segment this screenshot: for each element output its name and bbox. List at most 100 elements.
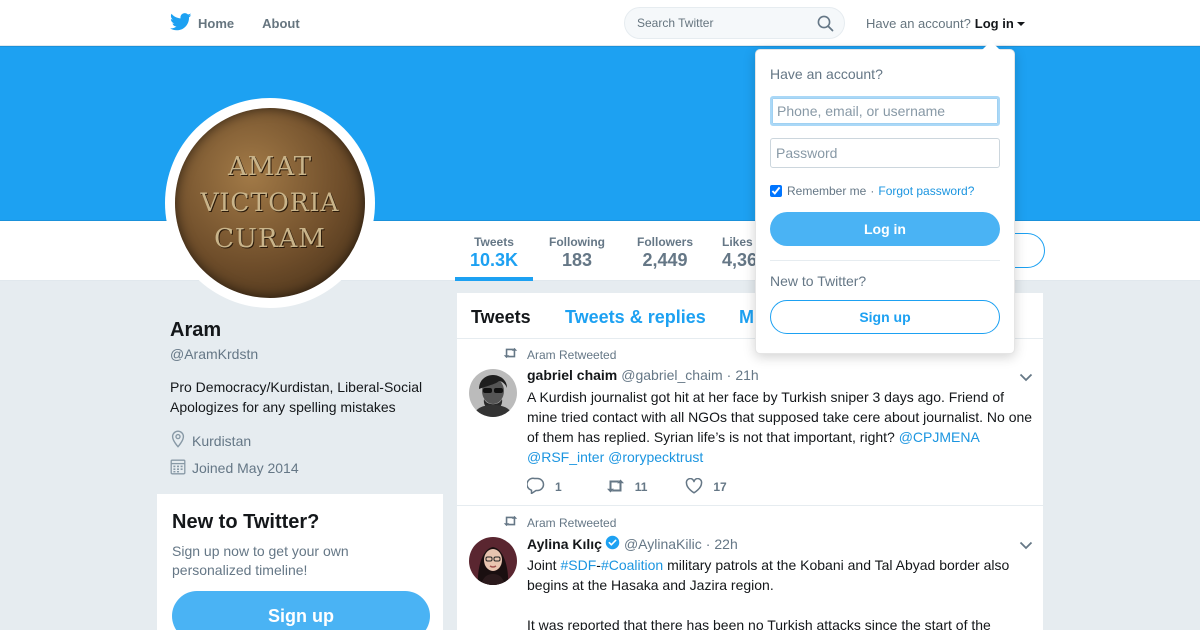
separator-dot: · bbox=[705, 536, 711, 552]
remember-me-label[interactable]: Remember me bbox=[787, 184, 866, 198]
coin-text-line: VICTORIA bbox=[200, 188, 340, 217]
signup-button[interactable]: Sign up bbox=[770, 300, 1000, 334]
stat-following[interactable]: Following 183 bbox=[542, 221, 612, 281]
nav-left: Home About bbox=[170, 0, 328, 46]
stat-value: 10.3K bbox=[469, 250, 519, 270]
tweet[interactable]: Aram Retweeted Aylina Kılıç @AylinaKilic… bbox=[457, 507, 1045, 630]
search-icon[interactable] bbox=[817, 15, 834, 35]
tab-media[interactable]: M bbox=[739, 307, 754, 328]
tweet-author-name[interactable]: Aylina Kılıç bbox=[527, 536, 602, 552]
hashtag-link[interactable]: #SDF bbox=[560, 557, 596, 573]
retweet-icon bbox=[606, 479, 635, 496]
tweet-time[interactable]: 21h bbox=[735, 367, 758, 383]
verified-badge-icon bbox=[605, 535, 620, 553]
separator-dot: · bbox=[870, 184, 875, 198]
bio-line: Apologizes for any spelling mistakes bbox=[170, 399, 396, 415]
mention-link[interactable]: @rorypecktrust bbox=[608, 449, 703, 465]
joined-text: Joined May 2014 bbox=[192, 460, 299, 476]
tweet-author-name[interactable]: gabriel chaim bbox=[527, 367, 617, 383]
retweet-count: 11 bbox=[634, 480, 648, 494]
tweet-body: Joint bbox=[527, 557, 557, 573]
password-input[interactable] bbox=[770, 138, 1000, 168]
signup-card-button[interactable]: Sign up bbox=[172, 591, 430, 630]
tweet-paragraph: It was reported that there has been no T… bbox=[527, 617, 991, 630]
retweet-action[interactable]: 11 bbox=[606, 479, 648, 496]
profile-location: Kurdistan bbox=[170, 430, 251, 451]
remember-row: Remember me · Forgot password? bbox=[770, 184, 974, 198]
username-input[interactable] bbox=[770, 96, 1000, 126]
signup-card-text: Sign up now to get your own personalized… bbox=[172, 543, 349, 578]
divider bbox=[770, 260, 1000, 261]
tweet-header: Aylina Kılıç @AylinaKilic · 22h bbox=[527, 535, 738, 553]
profile-name[interactable]: Aram bbox=[170, 319, 221, 342]
mention-link[interactable]: @RSF_inter bbox=[527, 449, 604, 465]
stat-label: Followers bbox=[636, 235, 693, 249]
reply-action[interactable]: 1 bbox=[526, 477, 562, 497]
tweet-paragraph: Joint #SDF-#Coalition military patrols a… bbox=[527, 555, 1035, 595]
mention-link[interactable]: @CPJMENA bbox=[899, 429, 979, 445]
retweet-label: Aram Retweeted bbox=[527, 347, 617, 362]
caret-down-icon bbox=[1016, 22, 1025, 26]
twitter-bird-icon bbox=[170, 12, 198, 34]
reply-count: 1 bbox=[555, 480, 562, 494]
coin-image: AMAT VICTORIA CURAM bbox=[175, 108, 365, 298]
bio-line: Pro Democracy/Kurdistan, Liberal-Social bbox=[170, 379, 423, 395]
login-dropdown-toggle[interactable]: Log in bbox=[975, 16, 1025, 31]
chevron-down-icon[interactable] bbox=[1019, 537, 1033, 553]
like-count: 17 bbox=[713, 480, 727, 494]
tab-tweets-replies[interactable]: Tweets & replies bbox=[565, 307, 706, 328]
signup-card-title: New to Twitter? bbox=[172, 511, 320, 533]
login-button[interactable]: Log in bbox=[770, 212, 1000, 246]
tweet[interactable]: Aram Retweeted gabriel chaim @gabriel_ch… bbox=[457, 339, 1045, 506]
location-text: Kurdistan bbox=[192, 432, 252, 449]
top-navigation-bar: Home About Have an account? Log in bbox=[0, 0, 1200, 46]
tweet-avatar[interactable] bbox=[469, 369, 517, 417]
retweet-context: Aram Retweeted bbox=[503, 515, 616, 530]
login-link-label: Log in bbox=[974, 16, 1014, 31]
new-to-twitter-prompt: New to Twitter? bbox=[770, 273, 867, 289]
tab-tweets[interactable]: Tweets bbox=[471, 307, 531, 328]
nav-home-label: Home bbox=[198, 15, 235, 31]
stat-followers[interactable]: Followers 2,449 bbox=[630, 221, 700, 281]
tweet-author-handle[interactable]: @AylinaKilic bbox=[624, 536, 702, 552]
location-pin-icon bbox=[170, 430, 192, 451]
nav-about[interactable]: About bbox=[262, 16, 300, 31]
reply-icon bbox=[526, 477, 555, 497]
tweet-author-handle[interactable]: @gabriel_chaim bbox=[621, 367, 722, 383]
signup-card: New to Twitter? Sign up now to get your … bbox=[156, 493, 444, 630]
search-input[interactable] bbox=[625, 8, 805, 38]
login-dropdown-title: Have an account? bbox=[770, 66, 883, 82]
login-dropdown: Have an account? Remember me · Forgot pa… bbox=[755, 41, 1015, 354]
retweet-icon bbox=[503, 515, 527, 530]
stat-label: Following bbox=[549, 235, 605, 249]
search-box bbox=[624, 7, 845, 39]
coin-text-line: AMAT bbox=[227, 152, 313, 182]
retweet-context: Aram Retweeted bbox=[503, 347, 616, 362]
tweet-text: A Kurdish journalist got hit at her face… bbox=[527, 387, 1035, 467]
stat-label: Tweets bbox=[474, 235, 514, 249]
forgot-password-link[interactable]: Forgot password? bbox=[878, 184, 974, 198]
tweet-time[interactable]: 22h bbox=[714, 536, 737, 552]
chevron-down-icon[interactable] bbox=[1019, 369, 1033, 385]
tweet-actions: 1 11 17 bbox=[526, 477, 755, 497]
remember-me-checkbox[interactable] bbox=[770, 185, 782, 197]
profile-bio: Pro Democracy/Kurdistan, Liberal-Social … bbox=[170, 377, 440, 417]
hashtag-link[interactable]: #Coalition bbox=[601, 557, 663, 573]
coin-text-line: CURAM bbox=[214, 224, 326, 254]
heart-icon bbox=[685, 477, 713, 497]
stat-tweets[interactable]: Tweets 10.3K bbox=[455, 221, 533, 281]
stat-value: 2,449 bbox=[642, 250, 688, 270]
retweet-icon bbox=[503, 347, 527, 362]
tweet-header: gabriel chaim @gabriel_chaim · 21h bbox=[527, 367, 759, 383]
tweet-avatar[interactable] bbox=[469, 537, 517, 585]
nav-about-label: About bbox=[262, 15, 300, 31]
account-area: Have an account? Log in bbox=[866, 16, 1025, 31]
profile-joined: Joined May 2014 bbox=[170, 458, 299, 478]
profile-handle[interactable]: @AramKrdstn bbox=[170, 346, 258, 362]
calendar-icon bbox=[170, 458, 192, 478]
retweet-label: Aram Retweeted bbox=[527, 515, 617, 530]
profile-avatar[interactable]: AMAT VICTORIA CURAM bbox=[165, 98, 375, 308]
separator-dot: · bbox=[726, 367, 732, 383]
like-action[interactable]: 17 bbox=[685, 477, 727, 497]
nav-home[interactable]: Home bbox=[170, 12, 235, 34]
